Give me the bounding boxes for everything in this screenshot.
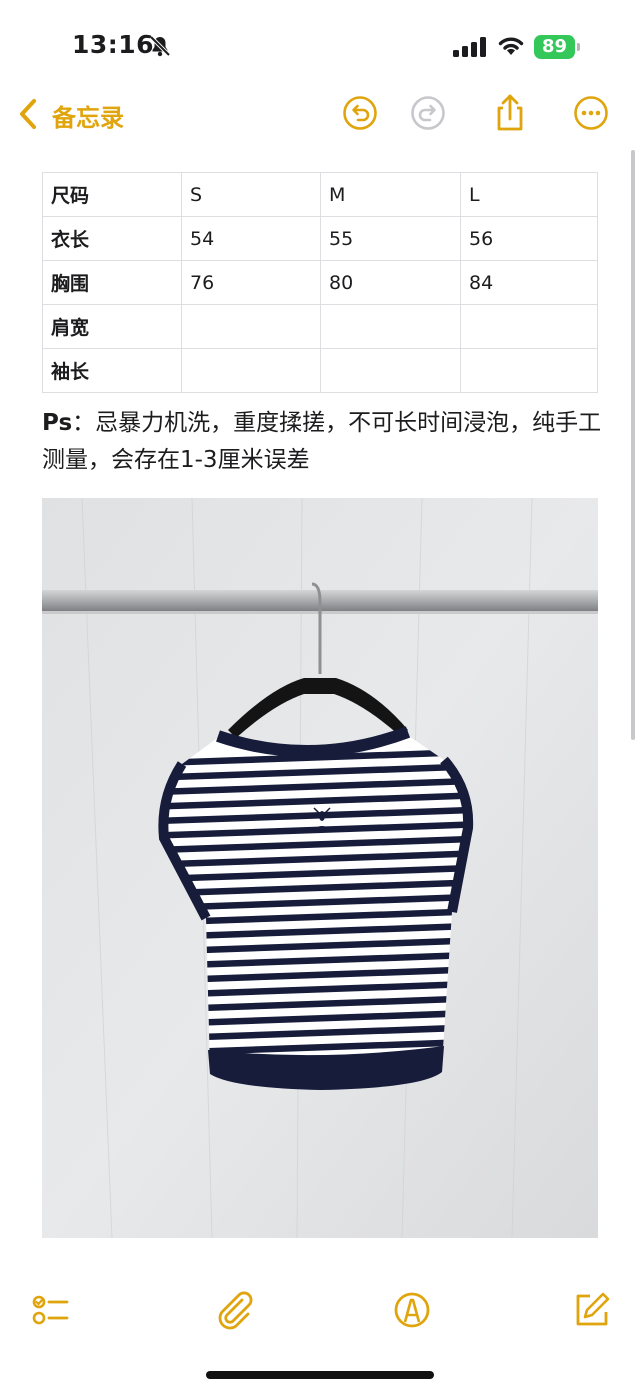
status-time: 13:16 xyxy=(72,30,155,59)
row-header-cell[interactable]: 肩宽 xyxy=(42,304,182,349)
battery-indicator: 89 xyxy=(534,35,582,59)
table-cell[interactable]: 55 xyxy=(320,216,461,261)
bell-slash-icon xyxy=(149,35,171,57)
compose-icon[interactable] xyxy=(572,1290,612,1330)
status-bar: 13:16 89 xyxy=(0,0,640,90)
checklist-icon[interactable] xyxy=(30,1290,70,1330)
table-cell[interactable]: 54 xyxy=(181,216,321,261)
battery-tip xyxy=(577,43,580,51)
home-indicator[interactable] xyxy=(206,1371,434,1379)
share-icon[interactable] xyxy=(492,93,528,133)
table-row: 袖长 xyxy=(42,348,598,393)
size-table: 尺码 S M L 衣长 54 55 56 胸围 76 80 84 肩宽 袖长 xyxy=(42,172,598,393)
more-icon[interactable] xyxy=(573,95,609,131)
redo-icon[interactable] xyxy=(410,95,446,131)
table-row: 胸围 76 80 84 xyxy=(42,260,598,305)
wifi-icon xyxy=(498,37,524,55)
chevron-left-icon[interactable] xyxy=(18,98,38,130)
table-cell[interactable]: 84 xyxy=(460,260,598,305)
note-body: ：忌暴力机洗，重度揉搓，不可长时间浸泡，纯手工测量，会存在1-3厘米误差 xyxy=(42,410,602,473)
table-cell[interactable]: 56 xyxy=(460,216,598,261)
nav-bar: 备忘录 xyxy=(0,90,640,140)
table-cell[interactable]: S xyxy=(181,172,321,217)
table-cell[interactable] xyxy=(181,304,321,349)
row-header-cell[interactable]: 袖长 xyxy=(42,348,182,393)
row-header-cell[interactable]: 尺码 xyxy=(42,172,182,217)
table-cell[interactable] xyxy=(181,348,321,393)
back-button[interactable]: 备忘录 xyxy=(52,98,124,133)
table-cell[interactable] xyxy=(320,304,461,349)
table-row: 尺码 S M L xyxy=(42,172,598,217)
photo-illustration xyxy=(42,498,598,1238)
table-cell[interactable]: 80 xyxy=(320,260,461,305)
markup-icon[interactable] xyxy=(392,1290,432,1330)
size-table-body: 尺码 S M L 衣长 54 55 56 胸围 76 80 84 肩宽 袖长 xyxy=(42,172,598,393)
table-cell[interactable] xyxy=(460,304,598,349)
table-cell[interactable]: 76 xyxy=(181,260,321,305)
table-row: 衣长 54 55 56 xyxy=(42,216,598,261)
undo-icon[interactable] xyxy=(342,95,378,131)
scroll-indicator[interactable] xyxy=(631,150,635,740)
table-cell[interactable] xyxy=(320,348,461,393)
attachment-icon[interactable] xyxy=(214,1290,254,1330)
product-photo[interactable] xyxy=(42,498,598,1238)
table-cell[interactable]: L xyxy=(460,172,598,217)
row-header-cell[interactable]: 胸围 xyxy=(42,260,182,305)
row-header-cell[interactable]: 衣长 xyxy=(42,216,182,261)
table-row: 肩宽 xyxy=(42,304,598,349)
table-cell[interactable]: M xyxy=(320,172,461,217)
cellular-signal-icon xyxy=(453,37,486,57)
note-prefix: Ps xyxy=(42,410,73,436)
battery-level: 89 xyxy=(534,35,575,59)
table-cell[interactable] xyxy=(460,348,598,393)
note-text[interactable]: Ps：忌暴力机洗，重度揉搓，不可长时间浸泡，纯手工测量，会存在1-3厘米误差 xyxy=(42,405,602,479)
